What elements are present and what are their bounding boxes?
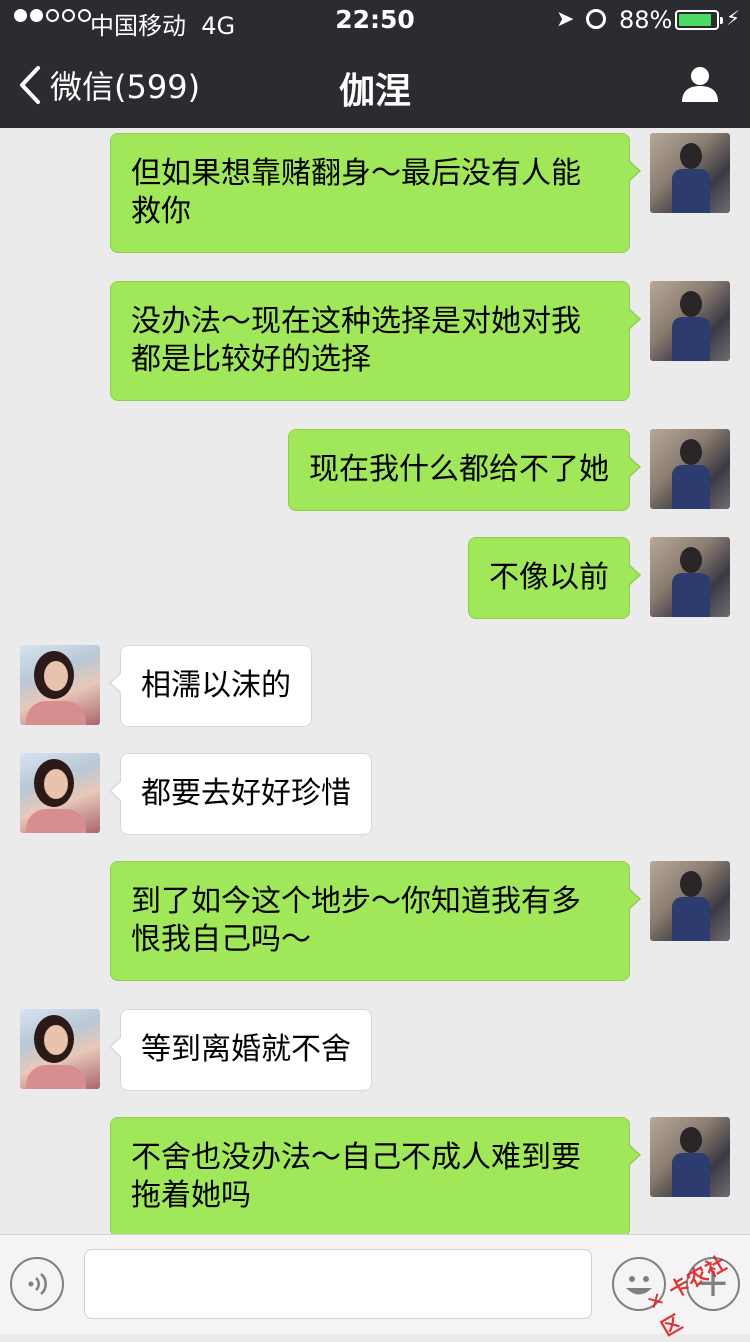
message-text: 现在我什么都给不了她 bbox=[309, 452, 609, 487]
my-avatar[interactable] bbox=[650, 537, 730, 617]
contact-avatar[interactable] bbox=[20, 753, 100, 833]
message-text: 没办法～现在这种选择是对她对我都是比较好的选择 bbox=[131, 304, 581, 377]
message-bubble[interactable]: 不舍也没办法～自己不成人难到要拖着她吗 bbox=[110, 1117, 641, 1237]
contact-avatar[interactable] bbox=[20, 645, 100, 725]
battery-icon bbox=[675, 10, 723, 30]
voice-button[interactable] bbox=[10, 1257, 64, 1311]
message-bubble[interactable]: 都要去好好珍惜 bbox=[109, 753, 372, 835]
message-bubble[interactable]: 相濡以沫的 bbox=[109, 645, 312, 727]
chat-title: 伽涅 bbox=[338, 71, 411, 112]
charging-bolt-icon: ⚡ bbox=[726, 6, 741, 30]
message-text: 都要去好好珍惜 bbox=[141, 776, 351, 811]
message-input[interactable] bbox=[84, 1249, 592, 1319]
my-avatar[interactable] bbox=[650, 861, 730, 941]
message-text: 等到离婚就不舍 bbox=[141, 1032, 351, 1067]
my-avatar[interactable] bbox=[650, 133, 730, 213]
nav-bar: 微信(599) 伽涅 bbox=[0, 40, 750, 128]
top-bar: 中国移动 4G 22:50 ➤ 88% ⚡ 微信(599) 伽涅 bbox=[0, 0, 750, 128]
message-bubble[interactable]: 没办法～现在这种选择是对她对我都是比较好的选择 bbox=[110, 281, 641, 401]
my-avatar[interactable] bbox=[650, 1117, 730, 1197]
my-avatar[interactable] bbox=[650, 429, 730, 509]
message-bubble[interactable]: 现在我什么都给不了她 bbox=[288, 429, 641, 511]
voice-icon bbox=[28, 1273, 47, 1295]
message-bubble[interactable]: 到了如今这个地步～你知道我有多恨我自己吗～ bbox=[110, 861, 641, 981]
message-text: 不舍也没办法～自己不成人难到要拖着她吗 bbox=[131, 1140, 581, 1213]
contact-profile-icon[interactable] bbox=[680, 64, 720, 104]
contact-avatar[interactable] bbox=[20, 1009, 100, 1089]
location-arrow-icon: ➤ bbox=[556, 7, 575, 32]
message-text: 到了如今这个地步～你知道我有多恨我自己吗～ bbox=[131, 884, 581, 957]
input-bar: + bbox=[0, 1234, 750, 1334]
message-bubble[interactable]: 但如果想靠赌翻身～最后没有人能救你 bbox=[110, 133, 641, 253]
message-text: 但如果想靠赌翻身～最后没有人能救你 bbox=[131, 156, 581, 229]
message-bubble[interactable]: 不像以前 bbox=[468, 537, 641, 619]
message-text: 不像以前 bbox=[489, 560, 609, 595]
message-text: 相濡以沫的 bbox=[141, 668, 291, 703]
status-bar: 中国移动 4G 22:50 ➤ 88% ⚡ bbox=[0, 0, 750, 40]
battery-percent: 88% bbox=[619, 6, 673, 34]
message-bubble[interactable]: 等到离婚就不舍 bbox=[109, 1009, 372, 1091]
alarm-icon bbox=[586, 9, 606, 29]
my-avatar[interactable] bbox=[650, 281, 730, 361]
